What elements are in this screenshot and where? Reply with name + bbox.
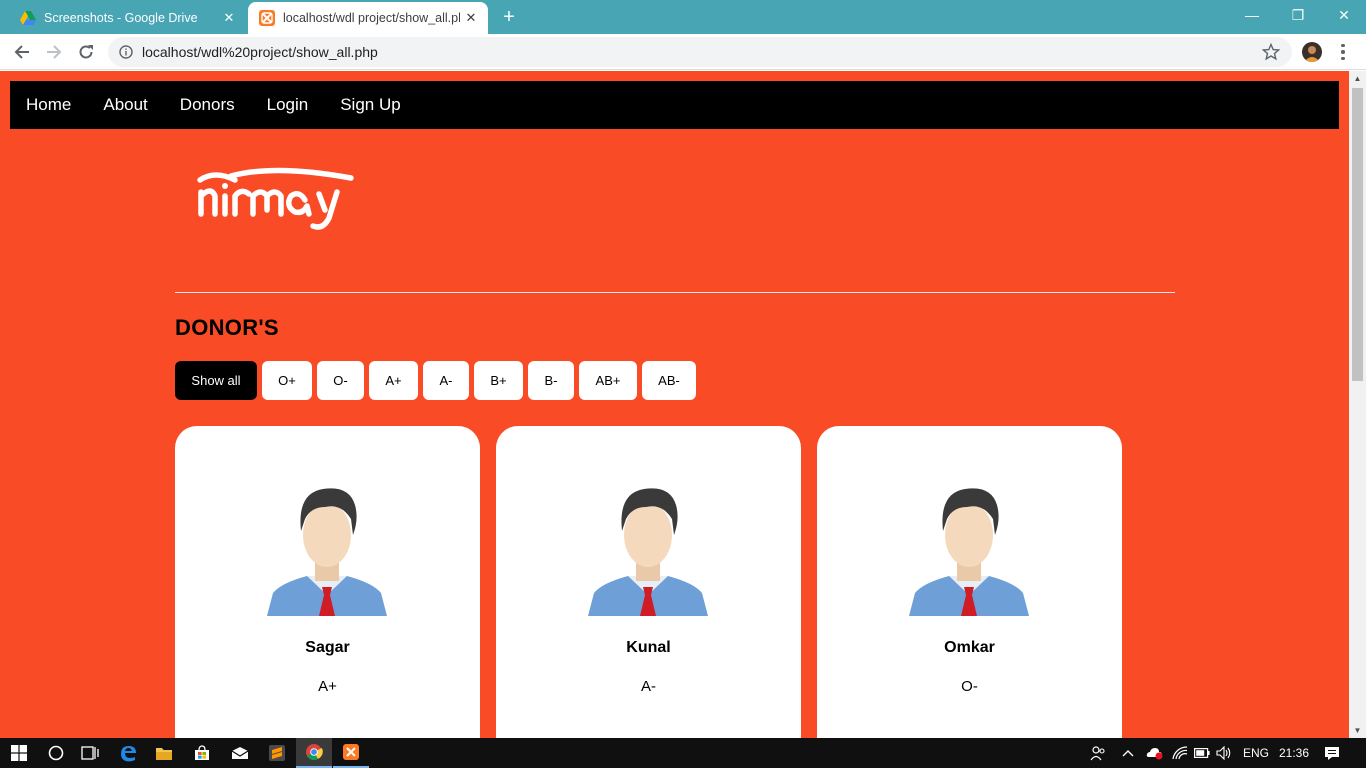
address-bar[interactable]: localhost/wdl%20project/show_all.php [108,37,1292,67]
site-logo [195,166,355,236]
windows-taskbar: ENG 21:36 [0,738,1366,768]
profile-avatar[interactable] [1302,42,1322,62]
reload-icon[interactable] [74,40,98,64]
file-explorer-icon[interactable] [146,738,182,768]
page-scrollbar[interactable]: ▲ ▼ [1349,71,1366,738]
donor-blood-group: O- [961,678,978,695]
divider [175,292,1175,293]
site-navbar: Home About Donors Login Sign Up [10,81,1339,129]
chrome-icon[interactable] [296,738,332,768]
forward-arrow-icon[interactable] [42,40,66,64]
onedrive-error-icon[interactable] [1146,738,1166,768]
browser-tab-active[interactable]: localhost/wdl project/show_all.php ✕ [248,2,488,34]
notifications-icon[interactable] [1324,738,1342,768]
browser-toolbar: localhost/wdl%20project/show_all.php [0,34,1366,70]
filter-a-positive-button[interactable]: A+ [369,361,418,400]
donor-blood-group: A- [641,678,656,695]
donor-blood-group: A+ [318,678,337,695]
clock[interactable]: 21:36 [1279,738,1309,768]
filter-b-positive-button[interactable]: B+ [474,361,523,400]
browser-tab-strip: Screenshots - Google Drive ✕ localhost/w… [0,0,1366,34]
new-tab-button[interactable]: + [498,6,520,28]
donor-card-list: Sagar A+ Kunal A- Omkar O- [175,426,1122,738]
chevron-up-icon[interactable] [1122,738,1138,768]
blood-group-filter: Show all O+ O- A+ A- B+ B- AB+ AB- [175,361,696,400]
donor-card[interactable]: Sagar A+ [175,426,480,738]
close-icon[interactable]: ✕ [218,10,240,26]
donor-card[interactable]: Kunal A- [496,426,801,738]
donor-avatar [267,483,387,616]
filter-o-positive-button[interactable]: O+ [262,361,312,400]
url-text: localhost/wdl%20project/show_all.php [142,44,378,60]
tab-title: localhost/wdl project/show_all.php [283,11,460,25]
volume-icon[interactable] [1216,738,1236,768]
wifi-icon[interactable] [1172,738,1190,768]
nav-home[interactable]: Home [26,81,71,129]
scroll-down-arrow-icon[interactable]: ▼ [1353,726,1362,735]
browser-tab-drive[interactable]: Screenshots - Google Drive ✕ [0,2,246,34]
minimize-button[interactable]: — [1229,0,1275,30]
filter-ab-positive-button[interactable]: AB+ [579,361,637,400]
filter-b-negative-button[interactable]: B- [528,361,574,400]
people-icon[interactable] [1090,738,1110,768]
xampp-icon [259,10,275,26]
language-indicator[interactable]: ENG [1243,738,1269,768]
edge-icon[interactable] [110,738,146,768]
donor-avatar [588,483,708,616]
scroll-up-arrow-icon[interactable]: ▲ [1353,74,1362,83]
page-title: DONOR'S [175,315,279,340]
nav-about[interactable]: About [103,81,147,129]
back-arrow-icon[interactable] [10,40,34,64]
donor-card[interactable]: Omkar O- [817,426,1122,738]
nav-sign-up[interactable]: Sign Up [340,81,400,129]
sublime-text-icon[interactable] [259,738,295,768]
windows-start-icon[interactable] [0,738,38,768]
donor-name: Kunal [626,639,671,656]
filter-a-negative-button[interactable]: A- [423,361,469,400]
scroll-thumb[interactable] [1352,88,1363,381]
task-view-icon[interactable] [72,738,108,768]
mail-icon[interactable] [222,738,258,768]
battery-icon[interactable] [1194,738,1212,768]
store-icon[interactable] [184,738,220,768]
donor-name: Omkar [944,639,995,656]
filter-show-all-button[interactable]: Show all [175,361,257,400]
donor-avatar [909,483,1029,616]
search-circle-icon[interactable] [38,738,74,768]
donor-name: Sagar [305,639,350,656]
bookmark-star-icon[interactable] [1261,42,1281,61]
close-icon[interactable]: ✕ [460,10,482,26]
nav-donors[interactable]: Donors [180,81,235,129]
filter-o-negative-button[interactable]: O- [317,361,364,400]
page-viewport: Home About Donors Login Sign Up DONOR'S … [0,71,1349,738]
nav-login[interactable]: Login [267,81,309,129]
google-drive-icon [20,10,36,26]
info-icon[interactable] [119,45,133,59]
xampp-taskbar-icon[interactable] [333,738,369,768]
tab-title: Screenshots - Google Drive [44,11,198,25]
window-close-button[interactable]: ✕ [1321,0,1366,30]
more-menu-icon[interactable] [1336,40,1350,64]
filter-ab-negative-button[interactable]: AB- [642,361,696,400]
restore-button[interactable]: ❐ [1275,0,1321,30]
